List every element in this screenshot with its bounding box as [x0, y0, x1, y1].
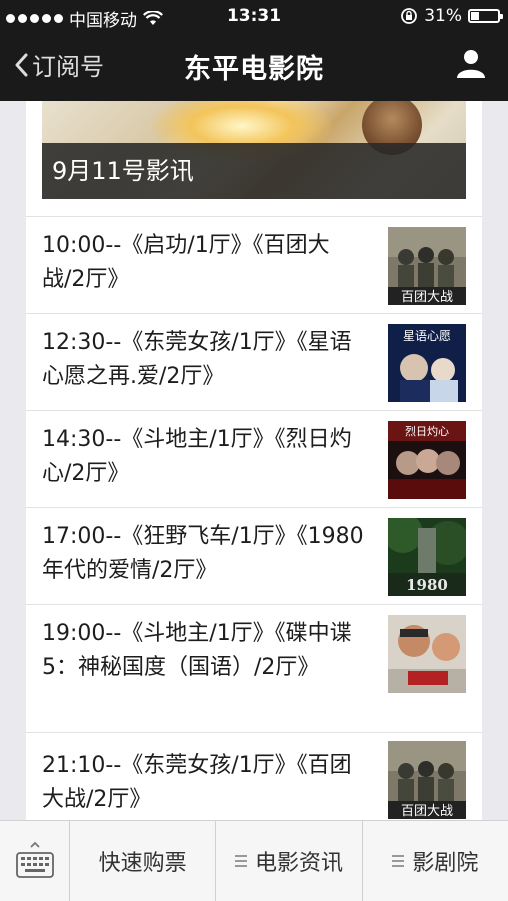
status-bar: 中国移动 13:31 31%	[0, 0, 508, 33]
top-bar: 中国移动 13:31 31% 订阅号 东平电影院	[0, 0, 508, 101]
menu-label: 快速购票	[98, 851, 187, 876]
status-right: 31%	[400, 6, 503, 26]
schedule-text: 19:00--《斗地主/1厅》《碟中谍5：神秘国度（国语）/2厅》	[42, 621, 352, 680]
menu-quick-ticket[interactable]: 快速购票	[70, 821, 217, 901]
article-content[interactable]: 9月11号影讯 10:00--《启功/1厅》《百团大战/2厅》 百团大战 12:…	[0, 101, 508, 820]
bottom-menu: 快速购票 电影资讯 影剧院	[0, 820, 508, 901]
orientation-lock-icon	[401, 8, 418, 24]
schedule-text: 21:10--《东莞女孩/1厅》《百团大战/2厅》	[42, 753, 352, 812]
schedule-text: 12:30--《东莞女孩/1厅》《星语心愿之再.爱/2厅》	[42, 330, 352, 389]
menu-movie-news[interactable]: 电影资讯	[216, 821, 363, 901]
schedule-item[interactable]: 17:00--《狂野飞车/1厅》《1980年代的爱情/2厅》 1980	[26, 507, 482, 604]
thumb-caption: 星语心愿	[403, 329, 451, 343]
submenu-icon	[234, 852, 247, 870]
thumb-caption: 1980	[406, 576, 448, 594]
thumb-caption: 烈日灼心	[405, 424, 449, 438]
battery-icon	[468, 9, 503, 23]
keyboard-toggle-button[interactable]	[0, 821, 70, 901]
schedule-text: 14:30--《斗地主/1厅》《烈日灼心/2厅》	[42, 427, 352, 486]
thumb-caption: 百团大战	[401, 804, 453, 819]
schedule-item[interactable]: 10:00--《启功/1厅》《百团大战/2厅》 百团大战	[26, 216, 482, 313]
menu-label: 影剧院	[412, 851, 479, 876]
submenu-icon	[392, 852, 405, 870]
schedule-item[interactable]: 14:30--《斗地主/1厅》《烈日灼心/2厅》 烈日灼心	[26, 410, 482, 507]
movie-thumbnail: 烈日灼心	[388, 421, 466, 499]
battery-percent: 31%	[424, 6, 462, 26]
menu-theater[interactable]: 影剧院	[363, 821, 508, 901]
profile-button[interactable]	[456, 48, 486, 82]
schedule-text: 10:00--《启功/1厅》《百团大战/2厅》	[42, 233, 330, 292]
banner-image[interactable]: 9月11号影讯	[42, 101, 466, 199]
keyboard-icon	[15, 841, 54, 878]
movie-thumbnail: 百团大战	[388, 741, 466, 819]
battery-fill	[471, 12, 479, 20]
schedule-text: 17:00--《狂野飞车/1厅》《1980年代的爱情/2厅》	[42, 524, 364, 583]
movie-thumbnail: 百团大战	[388, 227, 466, 305]
page-title: 东平电影院	[184, 54, 324, 85]
article-card: 9月11号影讯 10:00--《启功/1厅》《百团大战/2厅》 百团大战 12:…	[26, 101, 482, 820]
banner-caption: 9月11号影讯	[42, 143, 466, 199]
menu-label: 电影资讯	[254, 851, 343, 876]
nav-bar: 订阅号 东平电影院	[0, 33, 508, 101]
schedule-item[interactable]: 19:00--《斗地主/1厅》《碟中谍5：神秘国度（国语）/2厅》	[26, 604, 482, 732]
profile-icon	[457, 50, 485, 78]
movie-thumbnail: 星语心愿	[388, 324, 466, 402]
schedule-item[interactable]: 12:30--《东莞女孩/1厅》《星语心愿之再.爱/2厅》 星语心愿	[26, 313, 482, 410]
movie-thumbnail	[388, 615, 466, 693]
thumb-caption: 百团大战	[401, 290, 453, 305]
schedule-item[interactable]: 21:10--《东莞女孩/1厅》《百团大战/2厅》 百团大战	[26, 732, 482, 820]
movie-thumbnail: 1980	[388, 518, 466, 596]
